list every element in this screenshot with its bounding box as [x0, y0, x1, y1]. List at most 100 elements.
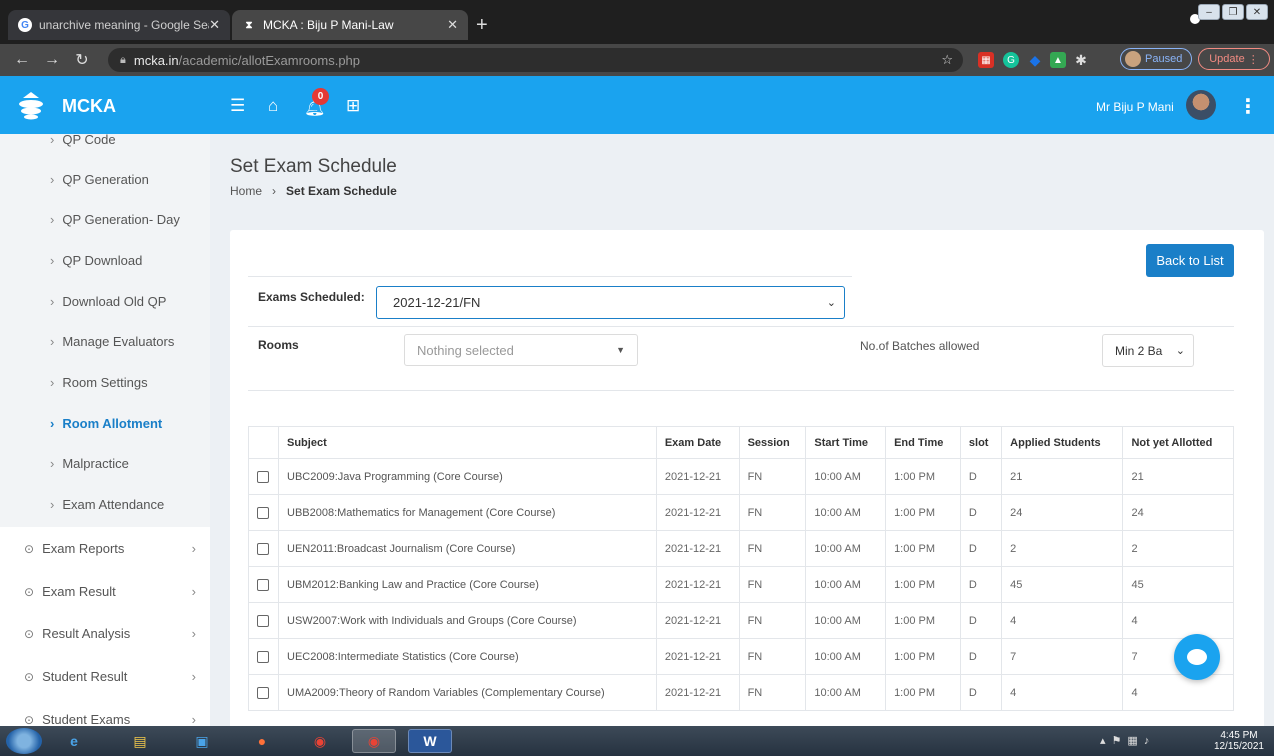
table-row: UBM2012:Banking Law and Practice (Core C…	[248, 566, 1234, 603]
browser-tab-bar: G unarchive meaning - Google Sea ✕ ⧗ MCK…	[0, 0, 1274, 44]
cell-not-allotted: 2	[1122, 530, 1234, 567]
sidebar-item-malpractice[interactable]: › Malpractice	[50, 456, 129, 471]
clock[interactable]: 4:45 PM 12/15/2021	[1214, 730, 1264, 752]
minimize-icon[interactable]: –	[1198, 4, 1220, 20]
extension-icon[interactable]: ▦	[978, 52, 994, 68]
chevron-right-icon: ›	[50, 253, 55, 268]
extension-icon[interactable]: ◆	[1027, 52, 1043, 68]
exams-scheduled-value: 2021-12-21/FN	[393, 295, 481, 310]
sidebar-item-student-result[interactable]: ⊙ Student Result ›	[24, 669, 196, 684]
cell-applied: 45	[1001, 566, 1124, 603]
close-icon[interactable]: ✕	[447, 17, 458, 33]
maximize-icon[interactable]: ❐	[1222, 4, 1244, 20]
logo-icon	[19, 92, 43, 120]
row-checkbox[interactable]	[257, 506, 269, 519]
new-tab-icon[interactable]: +	[476, 14, 488, 37]
circle-arrow-icon: ⊙	[24, 542, 35, 556]
row-checkbox-cell	[248, 494, 279, 531]
chevron-right-icon: ›	[50, 294, 55, 309]
row-checkbox[interactable]	[257, 470, 269, 483]
forward-arrow-icon[interactable]: →	[44, 51, 60, 69]
puzzle-icon[interactable]: ✱	[1073, 52, 1089, 68]
rooms-select[interactable]: Nothing selected ▼	[404, 334, 638, 366]
sidebar-item-label: Exam Result	[42, 584, 116, 599]
avatar	[1125, 51, 1141, 67]
menu-icon[interactable]: ☰	[230, 96, 245, 116]
cell-subject: UBC2009:Java Programming (Core Course)	[278, 458, 657, 495]
cell-start-time: 10:00 AM	[805, 530, 887, 567]
cell-exam-date: 2021-12-21	[655, 494, 740, 531]
app-header: MCKA ☰ ⌂ 🔔︎ 0 ⊞ Mr Biju P Mani ⋮	[0, 76, 1274, 134]
reload-icon[interactable]: ↻	[74, 50, 90, 70]
row-checkbox[interactable]	[257, 650, 269, 663]
firefox-icon[interactable]: ●	[240, 729, 284, 753]
sidebar-item-exam-result[interactable]: ⊙ Exam Result ›	[24, 584, 196, 599]
rooms-label: Rooms	[258, 338, 299, 352]
back-to-list-button[interactable]: Back to List	[1146, 244, 1234, 277]
folder-icon[interactable]: ▤	[118, 729, 162, 753]
ie-icon[interactable]: e	[52, 729, 96, 753]
close-window-icon[interactable]: ✕	[1246, 4, 1268, 20]
outlook-icon[interactable]: ▣	[180, 729, 224, 753]
update-label: Update	[1209, 53, 1245, 65]
more-options-icon[interactable]: ⋮	[1238, 94, 1258, 119]
circle-arrow-icon: ⊙	[24, 670, 35, 684]
sidebar-item-room-allotment[interactable]: › Room Allotment	[50, 416, 162, 431]
breadcrumb-home[interactable]: Home	[230, 184, 262, 198]
chat-button[interactable]	[1174, 634, 1220, 680]
volume-icon[interactable]: ♪	[1144, 735, 1156, 747]
sidebar-item-qp-code[interactable]: › QP Code	[50, 134, 116, 147]
browser-tab-google[interactable]: G unarchive meaning - Google Sea ✕	[8, 10, 230, 40]
clock-date: 12/15/2021	[1213, 741, 1264, 752]
row-checkbox[interactable]	[257, 542, 269, 555]
grammarly-icon[interactable]: G	[1003, 52, 1019, 68]
chevron-right-icon: ›	[50, 134, 55, 147]
table-header-row: Subject Exam Date Session Start Time End…	[248, 426, 1234, 459]
profile-paused-button[interactable]: Paused	[1120, 48, 1192, 70]
table-header: Subject	[278, 426, 657, 459]
extension-icon[interactable]: ▲	[1050, 52, 1066, 68]
word-icon[interactable]: W	[408, 729, 452, 753]
cell-subject: UEC2008:Intermediate Statistics (Core Co…	[278, 638, 657, 675]
chrome-icon[interactable]: ◉	[298, 729, 342, 753]
sidebar-item-result-analysis[interactable]: ⊙ Result Analysis ›	[24, 626, 196, 641]
row-checkbox[interactable]	[257, 614, 269, 627]
url-input[interactable]: 🔒︎ mcka.in/academic/allotExamrooms.php ☆	[108, 48, 963, 72]
close-icon[interactable]: ✕	[209, 17, 220, 33]
cell-start-time: 10:00 AM	[805, 566, 887, 603]
flag-icon[interactable]: ⚑	[1112, 735, 1128, 747]
home-icon[interactable]: ⌂	[268, 96, 278, 116]
user-name[interactable]: Mr Biju P Mani	[1096, 100, 1174, 114]
chevron-right-icon: ›	[50, 416, 55, 431]
sidebar-item-qp-generation[interactable]: › QP Generation	[50, 172, 149, 187]
cell-exam-date: 2021-12-21	[655, 638, 740, 675]
exams-scheduled-select[interactable]: 2021-12-21/FN ⌄	[376, 286, 845, 319]
browser-tab-mcka[interactable]: ⧗ MCKA : Biju P Mani-Law ✕	[232, 10, 468, 40]
row-checkbox[interactable]	[257, 578, 269, 591]
sidebar-item-student-exams[interactable]: ⊙ Student Exams ›	[24, 712, 196, 726]
sidebar-item-exam-reports[interactable]: ⊙ Exam Reports ›	[24, 541, 196, 556]
avatar[interactable]	[1186, 90, 1216, 120]
start-button[interactable]	[6, 728, 42, 754]
table-row: USW2007:Work with Individuals and Groups…	[248, 602, 1234, 639]
url-path: /academic/allotExamrooms.php	[178, 52, 361, 68]
update-button[interactable]: Update ⋮	[1198, 48, 1270, 70]
grid-icon[interactable]: ⊞	[346, 96, 360, 116]
sidebar-item-qp-generation-day[interactable]: › QP Generation- Day	[50, 212, 180, 227]
sidebar-item-label: Room Allotment	[62, 416, 163, 431]
sidebar-item-download-old-qp[interactable]: › Download Old QP	[50, 294, 166, 309]
chrome-icon[interactable]: ◉	[352, 729, 396, 753]
sidebar-item-room-settings[interactable]: › Room Settings	[50, 375, 148, 390]
star-icon[interactable]: ☆	[941, 52, 953, 68]
divider	[248, 276, 852, 277]
sidebar-item-qp-download[interactable]: › QP Download	[50, 253, 142, 268]
back-arrow-icon[interactable]: ←	[14, 51, 30, 69]
batches-select[interactable]: Min 2 Ba ⌄	[1102, 334, 1194, 367]
network-icon[interactable]: ▦	[1127, 735, 1143, 747]
sidebar-item-exam-attendance[interactable]: › Exam Attendance	[50, 497, 164, 512]
sidebar-item-manage-evaluators[interactable]: › Manage Evaluators	[50, 334, 174, 349]
chevron-right-icon: ›	[50, 212, 55, 227]
chevron-right-icon: ›	[50, 334, 55, 349]
chevron-up-icon[interactable]: ▴	[1100, 735, 1112, 747]
row-checkbox[interactable]	[257, 686, 269, 699]
